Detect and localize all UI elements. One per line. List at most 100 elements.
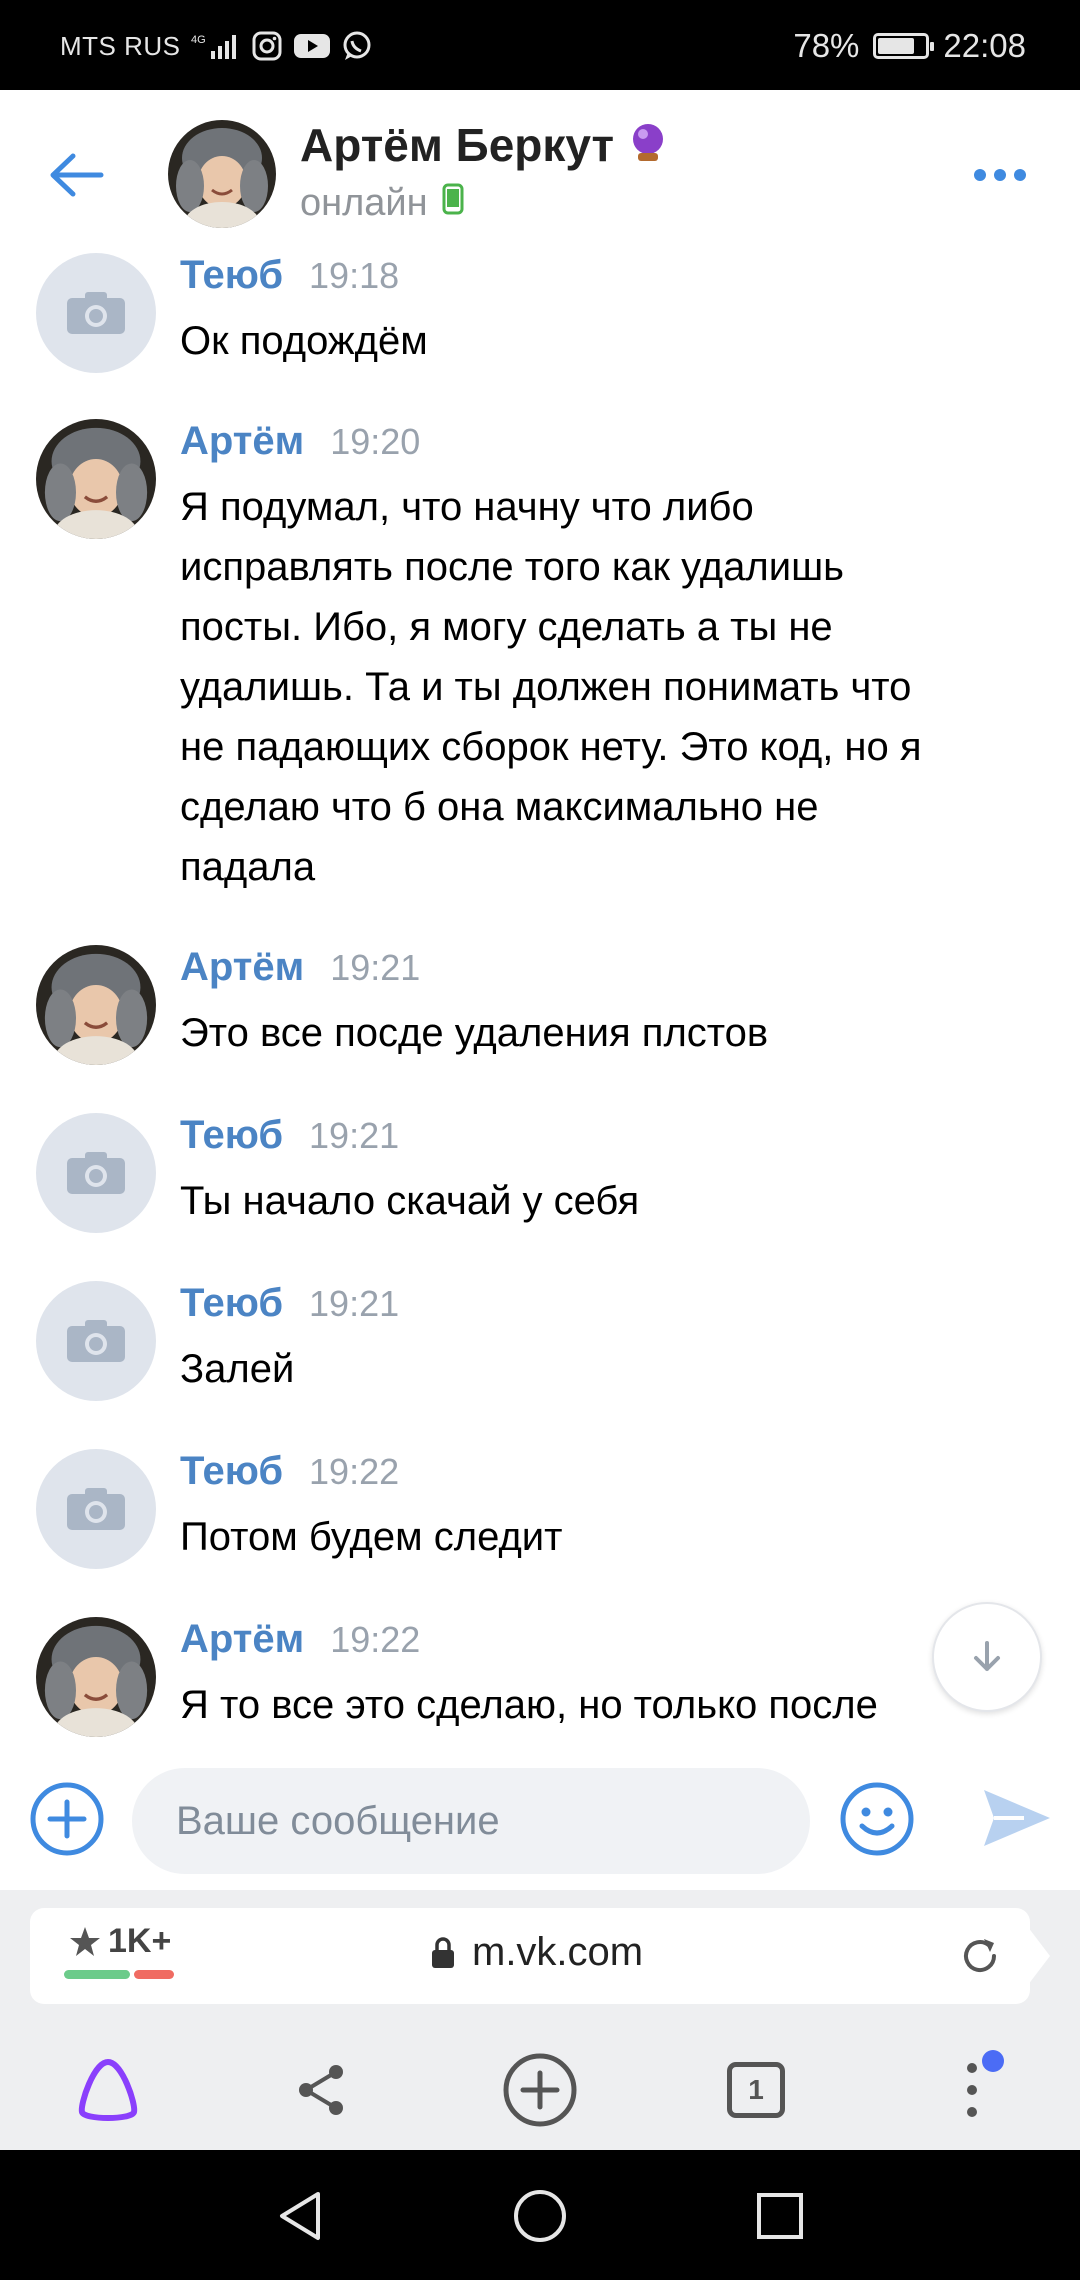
message-header: Теюб 19:21 <box>180 1113 399 1158</box>
avatar[interactable] <box>36 1113 156 1233</box>
youtube-icon <box>293 31 331 61</box>
triangle-back-icon <box>280 2192 320 2240</box>
circle-home-icon <box>514 2190 566 2242</box>
message-author[interactable]: Теюб <box>180 1449 283 1494</box>
system-recents-button[interactable] <box>748 2184 812 2248</box>
message-author[interactable]: Теюб <box>180 1281 283 1326</box>
message-line: исправлять после того как удалишь <box>180 545 845 589</box>
square-recents-icon <box>757 2193 803 2239</box>
back-button[interactable] <box>40 140 110 210</box>
attach-button[interactable] <box>28 1780 106 1858</box>
message-composer <box>0 1750 1080 1890</box>
status-text: онлайн <box>300 182 428 224</box>
avatar[interactable] <box>36 1617 156 1737</box>
emoji-button[interactable] <box>838 1780 916 1858</box>
message-time: 19:20 <box>330 421 421 462</box>
plus-circle-icon <box>30 1782 104 1856</box>
more-button[interactable] <box>960 150 1040 200</box>
message-line: Ты начало скачай у себя <box>180 1179 640 1223</box>
battery-icon <box>873 33 935 59</box>
message-author[interactable]: Артём <box>180 419 304 464</box>
address-bar-tip <box>1018 1914 1050 1998</box>
contact-name: Артём Беркут <box>300 119 615 171</box>
rating-bar-positive <box>64 1970 130 1979</box>
message-line: посты. Ибо, я могу сделать а ты не <box>180 605 833 649</box>
browser-navigation: 1 <box>0 2020 1080 2150</box>
message-text: Это все посде удаления плстов <box>180 1003 1040 1063</box>
reload-button[interactable] <box>958 1934 1002 1978</box>
system-back-button[interactable] <box>268 2184 332 2248</box>
camera-icon <box>67 1320 125 1362</box>
message-line: Я подумал, что начну что либо <box>180 485 754 529</box>
message-time: 19:21 <box>330 947 421 988</box>
system-navigation-bar <box>0 2150 1080 2280</box>
status-left: MTS RUS 4G <box>60 24 373 68</box>
share-button[interactable] <box>282 2050 362 2130</box>
scroll-down-button[interactable] <box>932 1602 1042 1712</box>
signal-icon: 4G <box>191 31 241 61</box>
avatar[interactable] <box>36 945 156 1065</box>
browser-toolbar: 1K+ m.vk.com <box>0 1890 1080 2020</box>
message-list[interactable]: Теюб 19:18 Ок подождём Артём 19:20 Я под… <box>0 245 1080 1750</box>
notification-dot <box>982 2050 1004 2072</box>
chat-header: Артём Беркут онлайн <box>0 90 1080 260</box>
message-header: Теюб 19:18 <box>180 253 399 298</box>
message-text: Потом будем следит <box>180 1507 1040 1567</box>
message-time: 19:21 <box>309 1115 400 1156</box>
share-icon <box>299 2065 343 2115</box>
address-bar[interactable]: 1K+ m.vk.com <box>30 1908 1030 2004</box>
message-header: Теюб 19:21 <box>180 1281 399 1326</box>
kebab-menu-icon <box>962 2050 1004 2120</box>
message-text: Я подумал, что начну что либо исправлять… <box>180 477 1040 897</box>
message-input[interactable] <box>132 1768 810 1874</box>
profile-photo-icon <box>36 945 156 1065</box>
arrow-down-icon <box>974 1641 1000 1671</box>
camera-icon <box>67 1152 125 1194</box>
status-right: 78% 22:08 <box>793 24 1026 68</box>
profile-photo-icon <box>36 1617 156 1737</box>
dot <box>974 169 986 181</box>
smile-icon <box>840 1782 914 1856</box>
send-button[interactable] <box>976 1778 1056 1858</box>
reload-icon <box>964 1939 996 1972</box>
alice-button[interactable] <box>68 2050 148 2130</box>
profile-photo-icon <box>168 120 276 228</box>
mobile-online-icon <box>442 182 464 225</box>
whatsapp-icon <box>341 30 373 62</box>
message-line: не падающих сборок нету. Это код, но я <box>180 725 922 769</box>
message-text: Ты начало скачай у себя <box>180 1171 1040 1231</box>
message-time: 19:18 <box>309 255 400 296</box>
avatar[interactable] <box>36 1281 156 1401</box>
avatar[interactable] <box>168 120 276 228</box>
message-time: 19:22 <box>330 1619 421 1660</box>
message-line: Залей <box>180 1347 295 1391</box>
message-header: Артём 19:22 <box>180 1617 420 1662</box>
dot <box>1014 169 1026 181</box>
camera-icon <box>67 1488 125 1530</box>
crystal-ball-icon <box>628 121 668 170</box>
arrow-left-icon <box>50 153 104 197</box>
message-author[interactable]: Артём <box>180 1617 304 1662</box>
avatar[interactable] <box>36 1449 156 1569</box>
avatar[interactable] <box>36 253 156 373</box>
message-line: Это все посде удаления плстов <box>180 1011 769 1055</box>
menu-button[interactable] <box>932 2050 1012 2130</box>
rating-label: 1K+ <box>108 1922 172 1960</box>
carrier-label: MTS RUS <box>60 30 181 61</box>
new-tab-button[interactable] <box>500 2050 580 2130</box>
rating-bars <box>64 1970 174 1979</box>
tabs-button[interactable]: 1 <box>716 2050 796 2130</box>
message-line: падала <box>180 845 316 889</box>
message-line: Я то все это сделаю, но только после <box>180 1683 878 1727</box>
site-rating[interactable]: 1K+ <box>68 1922 171 1961</box>
message-text: Ок подождём <box>180 311 1040 371</box>
message-author[interactable]: Артём <box>180 945 304 990</box>
url-display[interactable]: m.vk.com <box>430 1930 643 1975</box>
message-author[interactable]: Теюб <box>180 1113 283 1158</box>
star-icon <box>70 1926 100 1956</box>
header-title[interactable]: Артём Беркут <box>300 118 668 172</box>
avatar[interactable] <box>36 419 156 539</box>
message-author[interactable]: Теюб <box>180 253 283 298</box>
system-home-button[interactable] <box>508 2184 572 2248</box>
message-text: Залей <box>180 1339 1040 1399</box>
